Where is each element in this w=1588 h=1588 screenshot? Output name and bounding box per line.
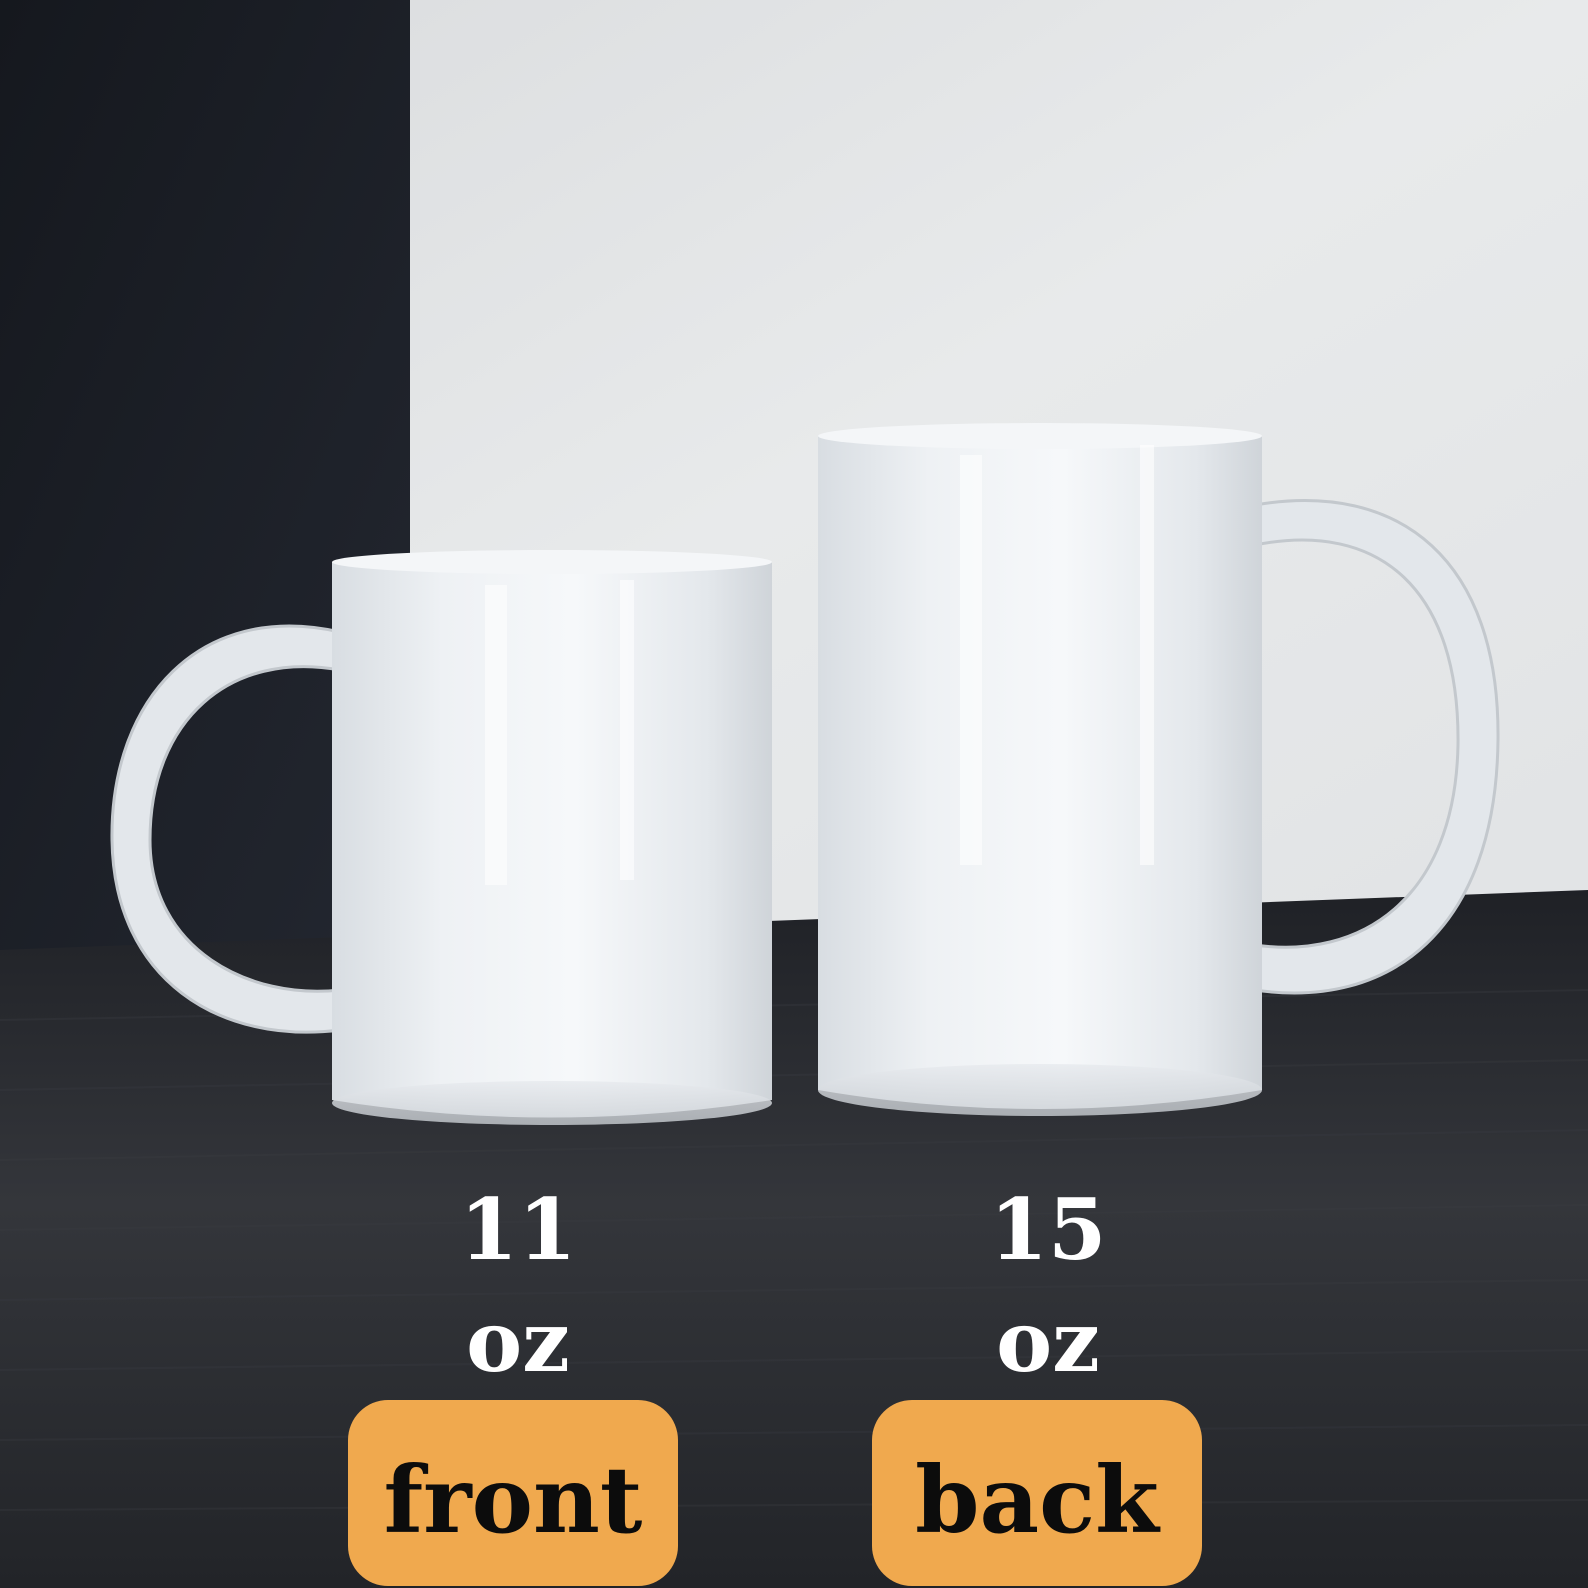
product-image: 11 oz 15 oz front back — [0, 0, 1588, 1588]
back-button[interactable]: back — [872, 1400, 1202, 1586]
small-mug-unit: oz — [466, 1292, 570, 1391]
mug-photo — [0, 0, 1588, 1588]
large-mug-size: 15 — [989, 1180, 1107, 1279]
front-button[interactable]: front — [348, 1400, 678, 1586]
large-mug-unit: oz — [996, 1292, 1100, 1391]
small-mug-size: 11 — [459, 1180, 577, 1279]
